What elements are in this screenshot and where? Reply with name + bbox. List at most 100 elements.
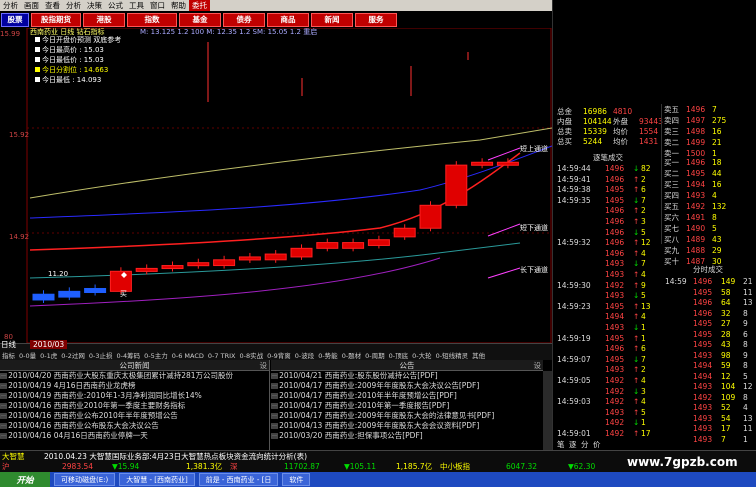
buy-level-0[interactable]: 买一 xyxy=(664,157,679,168)
buy-level-1[interactable]: 1494 xyxy=(686,179,705,190)
menu-item-0[interactable]: 分析 xyxy=(0,0,21,11)
trade-time: 14:59:03 xyxy=(557,397,591,407)
news-text: 2010/03/20 西南药业:担保事项公告[PDF] xyxy=(279,431,423,440)
buy-level-1[interactable]: 1492 xyxy=(686,201,705,212)
buy-level-1[interactable]: 1489 xyxy=(686,234,705,245)
buy-level-2[interactable]: 132 xyxy=(712,201,726,212)
buy-level-0[interactable]: 买八 xyxy=(664,234,679,245)
sell-level-2[interactable]: 7 xyxy=(712,104,717,115)
sell-level-0[interactable]: 卖五 xyxy=(664,104,679,115)
sell-level-0[interactable]: 卖三 xyxy=(664,126,679,137)
task-dzh-main[interactable]: 大智慧 - [西南药业] xyxy=(119,473,195,486)
buy-level-1[interactable]: 1495 xyxy=(686,168,705,179)
news-row[interactable]: ▤2010/04/20 西南药业大股东重庆太极集团累计减持281万公司股份 xyxy=(0,371,269,381)
nav-tab-3[interactable]: 指数 xyxy=(127,12,177,27)
quote-tab-3[interactable]: 价 xyxy=(593,439,601,450)
menu-item-3[interactable]: 分析 xyxy=(63,0,84,11)
kline-chart[interactable]: 西南药业 日线 钻石指标 M: 13.125 1.2 100 M: 12.35 … xyxy=(0,28,552,343)
buy-level-2[interactable]: 4 xyxy=(712,190,717,201)
buy-level-0[interactable]: 买七 xyxy=(664,223,679,234)
trade-volume: 5 xyxy=(641,227,646,237)
nav-tab-7[interactable]: 新闻 xyxy=(311,12,353,27)
news-row[interactable]: ▤2010/04/17 西南药业:2010年第一季度报告[PDF] xyxy=(271,401,543,411)
menu-item-6[interactable]: 工具 xyxy=(126,0,147,11)
news-row[interactable]: ▤2010/04/13 西南药业:2009年年度股东大会会议资料[PDF] xyxy=(271,421,543,431)
buy-level-2[interactable]: 5 xyxy=(712,223,717,234)
buy-level-1[interactable]: 1493 xyxy=(686,190,705,201)
company-news-settings[interactable]: 设 xyxy=(260,360,268,371)
ticker-headline[interactable]: 2010.04.23 大智慧国际业务部:4月23日大智慧热点板块资金流向统计分析… xyxy=(44,452,307,461)
news-row[interactable]: ▤2010/04/17 西南药业:2009年年度股东大会决议公告[PDF] xyxy=(271,381,543,391)
menu-item-9[interactable]: 委托 xyxy=(189,0,210,11)
buy-level-0[interactable]: 买五 xyxy=(664,201,679,212)
news-row[interactable]: ▤2010/03/20 西南药业:担保事项公告[PDF] xyxy=(271,431,543,441)
buy-level-0[interactable]: 买三 xyxy=(664,179,679,190)
buy-level-0[interactable]: 买九 xyxy=(664,245,679,256)
sell-level-2[interactable]: 275 xyxy=(712,115,726,126)
period-label[interactable]: 日线 xyxy=(1,340,16,349)
trade-arrow-icon: ↑ xyxy=(633,376,640,385)
news-row[interactable]: ▤2010/04/17 西南药业:2009年年度股东大会的法律意见书[PDF] xyxy=(271,411,543,421)
tick-count: 8 xyxy=(743,392,748,402)
nav-tab-8[interactable]: 服务 xyxy=(355,12,397,27)
buy-level-0[interactable]: 买四 xyxy=(664,190,679,201)
buy-level-1[interactable]: 1496 xyxy=(686,157,705,168)
sell-level-1[interactable]: 1499 xyxy=(686,137,705,148)
tick-volume: 43 xyxy=(721,340,731,349)
buy-level-0[interactable]: 买二 xyxy=(664,168,679,179)
trade-arrow-icon: ↑ xyxy=(633,429,640,438)
menu-item-8[interactable]: 帮助 xyxy=(168,0,189,11)
buy-level-1[interactable]: 1491 xyxy=(686,212,705,223)
nav-tab-6[interactable]: 商品 xyxy=(267,12,309,27)
menu-item-2[interactable]: 查看 xyxy=(42,0,63,11)
buy-level-2[interactable]: 43 xyxy=(712,234,722,245)
quote-tab-2[interactable]: 分 xyxy=(581,439,589,450)
buy-level-0[interactable]: 买六 xyxy=(664,212,679,223)
news-scrollbar[interactable] xyxy=(543,371,552,450)
news-row[interactable]: ▤2010/04/17 西南药业:2010年半年度预增公告[PDF] xyxy=(271,391,543,401)
task-removable-disk[interactable]: 可移动磁盘(E:) xyxy=(54,473,116,486)
buy-level-2[interactable]: 18 xyxy=(712,157,722,168)
menu-item-7[interactable]: 窗口 xyxy=(147,0,168,11)
news-row[interactable]: ▤2010/04/21 西南药业:股东股份减持公告[PDF] xyxy=(271,371,543,381)
news-row[interactable]: ▤2010/04/19 4月16日西南药业龙虎榜 xyxy=(0,381,269,391)
menu-item-5[interactable]: 公式 xyxy=(105,0,126,11)
buy-level-1[interactable]: 1488 xyxy=(686,245,705,256)
sell-level-1[interactable]: 1497 xyxy=(686,115,705,126)
task-dzh-daily[interactable]: 前是 - 西南药业 - [日 xyxy=(198,473,279,486)
nav-tab-1[interactable]: 股指期货 xyxy=(31,12,81,27)
sell-level-1[interactable]: 1496 xyxy=(686,104,705,115)
nav-tab-2[interactable]: 港股 xyxy=(83,12,125,27)
buy-level-2[interactable]: 8 xyxy=(712,212,717,223)
buy-level-2[interactable]: 16 xyxy=(712,179,722,190)
announcement-settings[interactable]: 设 xyxy=(534,360,542,371)
menu-item-4[interactable]: 决策 xyxy=(84,0,105,11)
sell-level-2[interactable]: 16 xyxy=(712,126,722,137)
task-software[interactable]: 软件 xyxy=(282,473,311,486)
buy-level-1[interactable]: 1490 xyxy=(686,223,705,234)
trade-price: 1492 xyxy=(605,429,625,438)
news-row[interactable]: ▤2010/04/16 西南药业公布股东大会决议公告 xyxy=(0,421,269,431)
nav-tab-5[interactable]: 债券 xyxy=(223,12,265,27)
sh-amount: 1,381.3亿 xyxy=(186,462,223,471)
start-button[interactable]: 开始 xyxy=(0,472,50,487)
news-row[interactable]: ▤2010/04/16 西南药业公布2010年半年度预增公告 xyxy=(0,411,269,421)
buy-level-2[interactable]: 29 xyxy=(712,245,722,256)
quote-tab-1[interactable]: 逐 xyxy=(569,439,577,450)
sell-level-0[interactable]: 卖二 xyxy=(664,137,679,148)
tick-volume: 27 xyxy=(721,319,731,328)
menu-item-1[interactable]: 画面 xyxy=(21,0,42,11)
news-row[interactable]: ▤2010/04/16 04月16日西南药业停牌一天 xyxy=(0,431,269,441)
buy-level-2[interactable]: 44 xyxy=(712,168,722,179)
sell-level-0[interactable]: 卖四 xyxy=(664,115,679,126)
nav-tab-0[interactable]: 股票 xyxy=(1,12,29,27)
news-row[interactable]: ▤2010/04/16 西南药业2010年第一季度主要财务指标 xyxy=(0,401,269,411)
doc-icon: ▤ xyxy=(271,371,279,380)
nav-tab-4[interactable]: 基金 xyxy=(179,12,221,27)
buy-level-0[interactable]: 买十 xyxy=(664,256,679,267)
sell-level-1[interactable]: 1498 xyxy=(686,126,705,137)
sell-level-2[interactable]: 21 xyxy=(712,137,722,148)
channel-line-mid xyxy=(29,145,552,219)
quote-tab-0[interactable]: 笔 xyxy=(557,439,565,450)
news-row[interactable]: ▤2010/04/19 西南药业:2010年1-3月净利润同比增长14% xyxy=(0,391,269,401)
